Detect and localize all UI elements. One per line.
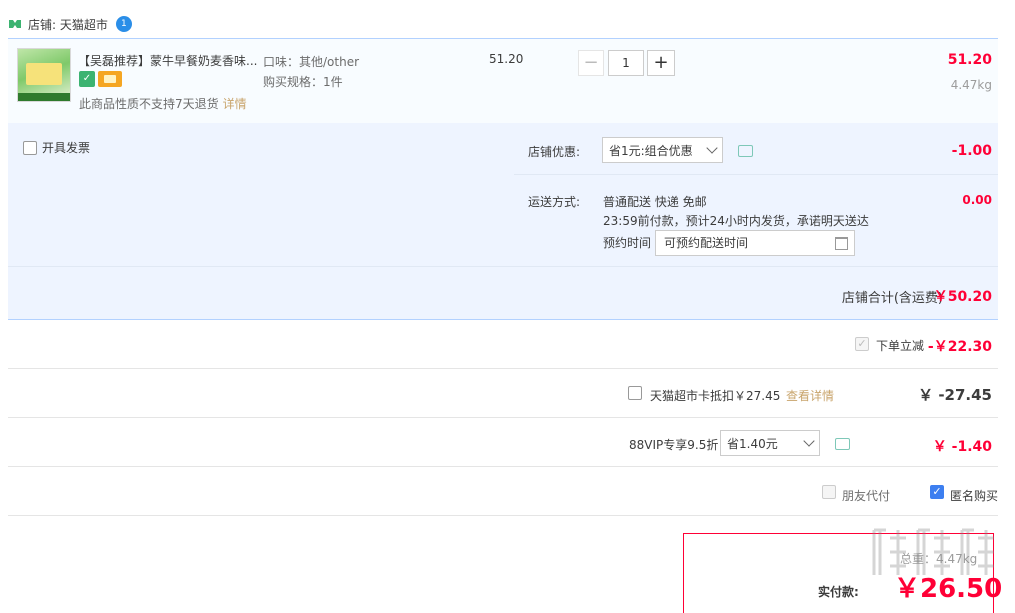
supermarket-card-label: 天猫超市卡抵扣￥27.45 [650,389,781,403]
item-subtotal: 51.20 [947,52,992,68]
actual-payment-label: 实付款: [818,585,859,599]
friend-pay-checkbox [822,485,836,499]
message-icon[interactable] [835,438,850,450]
shipping-label: 运送方式: [528,195,581,209]
supermarket-card-amount: ￥ -27.45 [918,386,992,404]
invoice-checkbox[interactable] [23,140,37,155]
anonymous-purchase-checkbox[interactable]: ✓ [930,485,944,499]
divider [8,417,998,418]
store-total-label: 店铺合计(含运费) [841,291,943,306]
store-coupon-label: 店铺优惠: [528,145,581,159]
divider [8,515,998,516]
supermarket-card-checkbox[interactable] [628,386,642,400]
shipping-amount: 0.00 [962,193,992,207]
sku-flavor: 口味：其他/other [263,55,360,69]
product-thumbnail[interactable] [17,48,71,102]
store-total-amount: ￥50.20 [933,289,992,305]
instant-discount-amount: -￥22.30 [927,339,992,355]
no-return-notice: 此商品性质不支持7天退货 详情 [79,95,247,112]
vip-discount-value: 省1.40元 [727,436,778,451]
store-header: 店铺: 天猫超市 1 [8,14,132,34]
store-name[interactable]: 店铺: 天猫超市 [28,16,108,33]
chevron-down-icon [803,435,815,447]
store-coupon-amount: -1.00 [951,143,992,159]
unit-price: 51.20 [489,52,524,66]
quantity-input[interactable]: 1 [608,50,644,76]
tmall-store-icon [9,20,21,28]
vip-discount-label: 88VIP专享9.5折 [629,438,719,452]
card-payment-icon [98,71,122,87]
vip-discount-amount: ￥ -1.40 [932,439,992,455]
product-title[interactable]: 【吴磊推荐】蒙牛早餐奶麦香味... [78,52,262,69]
divider [8,466,998,467]
product-pack-image [26,63,62,85]
sku-spec: 购买规格：1件 [263,75,343,89]
anonymous-purchase-label: 匿名购买 [950,489,999,503]
chevron-down-icon [706,142,718,154]
divider [8,368,998,369]
reserve-time-label: 预约时间 [603,236,652,250]
view-details-link[interactable]: 查看详情 [786,387,834,404]
shipping-promise: 23:59前付款，预计24小时内发货，承诺明天送达 [603,214,869,228]
item-weight: 4.47kg [950,78,992,92]
invoice-label: 开具发票 [42,141,91,155]
decrease-quantity-button[interactable]: − [578,50,604,76]
reserve-time-placeholder: 可预约配送时间 [664,236,749,250]
watermark-logo [872,528,994,575]
store-coupon-value: 省1元:组合优惠 [609,143,693,158]
wangwang-chat-icon[interactable]: 1 [115,16,132,32]
divider [514,174,998,175]
vip-discount-select[interactable]: 省1.40元 [720,430,820,456]
message-icon[interactable] [738,145,753,157]
guarantee-icon: ✓ [79,71,95,87]
calendar-icon [835,237,848,250]
detail-link[interactable]: 详情 [223,97,247,111]
no-return-text: 此商品性质不支持7天退货 [79,97,219,111]
shipping-method: 普通配送 快递 免邮 [603,195,707,209]
instant-discount-checkbox: ✓ [855,337,869,351]
quantity-stepper: − 1 + [578,50,675,76]
friend-pay-label: 朋友代付 [842,489,891,503]
instant-discount-label: 下单立减 [876,339,925,353]
increase-quantity-button[interactable]: + [647,50,675,76]
store-coupon-select[interactable]: 省1元:组合优惠 [602,137,723,163]
invoice-option[interactable]: 开具发票 [23,139,90,156]
product-band-image [18,93,70,101]
reserve-time-input[interactable]: 可预约配送时间 [655,230,855,256]
